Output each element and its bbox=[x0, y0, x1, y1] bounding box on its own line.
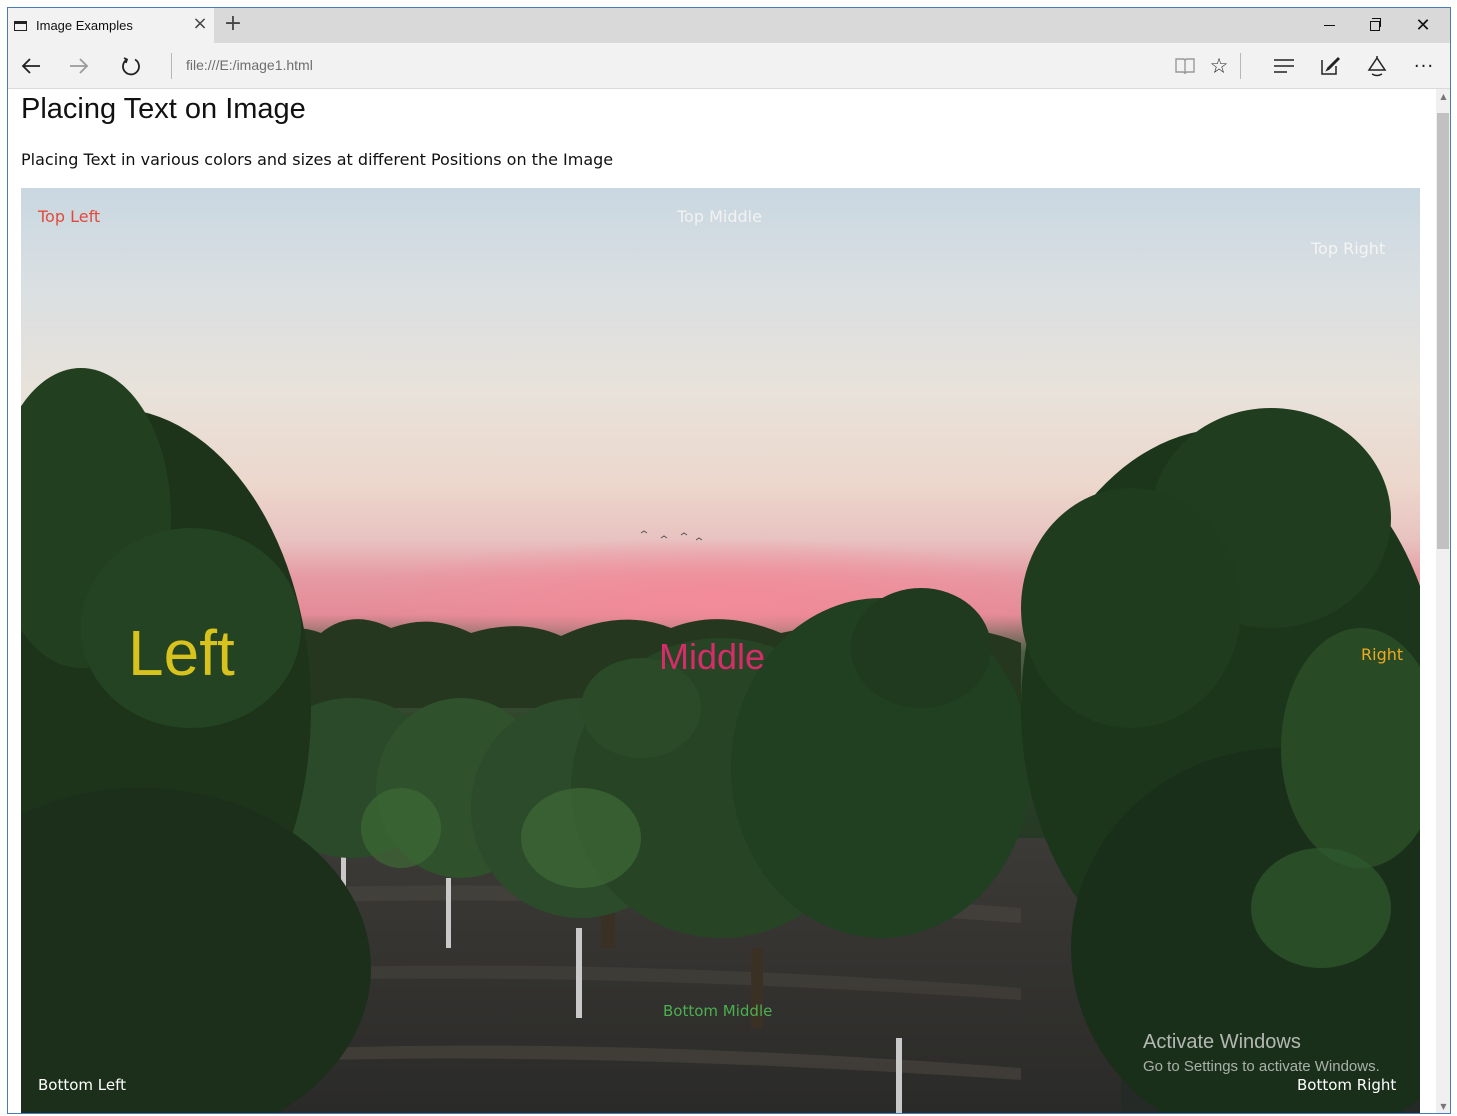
tab-bar: Image Examples × + ✕ bbox=[8, 8, 1450, 43]
book-icon bbox=[1175, 58, 1195, 75]
close-tab-icon[interactable]: × bbox=[190, 15, 210, 35]
star-icon: ☆ bbox=[1209, 54, 1229, 78]
forward-button[interactable] bbox=[64, 51, 94, 81]
back-button[interactable] bbox=[16, 51, 46, 81]
watermark-subtitle: Go to Settings to activate Windows. bbox=[1143, 1058, 1380, 1075]
browser-window: Image Examples × + ✕ file:///E:/image1.h… bbox=[7, 7, 1451, 1114]
scroll-down-icon[interactable]: ▼ bbox=[1436, 1099, 1450, 1113]
minimize-button[interactable] bbox=[1306, 8, 1352, 43]
close-icon: ✕ bbox=[1415, 14, 1431, 36]
minimize-icon bbox=[1323, 25, 1335, 26]
page-title: Placing Text on Image bbox=[21, 93, 306, 125]
tab-title: Image Examples bbox=[36, 18, 133, 33]
back-arrow-icon bbox=[21, 58, 40, 74]
close-window-button[interactable]: ✕ bbox=[1400, 8, 1446, 43]
more-button[interactable]: ··· bbox=[1409, 51, 1439, 81]
right-text: Right bbox=[1361, 645, 1404, 664]
top-left-text: Top Left bbox=[38, 207, 101, 226]
navigation-bar: file:///E:/image1.html ☆ ··· bbox=[8, 43, 1450, 89]
favorite-button[interactable]: ☆ bbox=[1204, 51, 1234, 81]
more-dots-icon: ··· bbox=[1413, 55, 1435, 77]
bottom-left-text: Bottom Left bbox=[38, 1076, 127, 1094]
page-content: Placing Text on Image Placing Text in va… bbox=[8, 89, 1436, 1113]
pen-note-icon bbox=[1321, 56, 1340, 75]
top-middle-text: Top Middle bbox=[677, 207, 762, 226]
hub-lines-icon bbox=[1274, 59, 1294, 73]
scroll-thumb[interactable] bbox=[1437, 113, 1449, 549]
refresh-icon bbox=[122, 57, 140, 76]
tab-image-examples[interactable]: Image Examples × bbox=[8, 8, 214, 43]
hub-button[interactable] bbox=[1269, 51, 1299, 81]
restore-button[interactable] bbox=[1352, 8, 1398, 43]
new-tab-icon[interactable]: + bbox=[222, 13, 244, 36]
bottom-middle-text: Bottom Middle bbox=[663, 1002, 773, 1020]
middle-text: Middle bbox=[659, 636, 766, 677]
watermark-title: Activate Windows bbox=[1143, 1031, 1301, 1053]
left-text: Left bbox=[128, 617, 235, 689]
address-bar[interactable]: file:///E:/image1.html bbox=[186, 57, 313, 73]
vertical-scrollbar[interactable]: ▲ ▼ bbox=[1436, 89, 1450, 1113]
forward-arrow-icon bbox=[70, 58, 89, 74]
reading-view-button[interactable] bbox=[1170, 51, 1200, 81]
refresh-button[interactable] bbox=[116, 51, 146, 81]
web-note-button[interactable] bbox=[1315, 51, 1345, 81]
top-right-text: Top Right bbox=[1311, 239, 1386, 258]
share-icon bbox=[1367, 56, 1387, 77]
address-separator bbox=[171, 53, 172, 79]
share-button[interactable] bbox=[1362, 51, 1392, 81]
page-subtitle: Placing Text in various colors and sizes… bbox=[21, 150, 614, 169]
restore-icon bbox=[1370, 17, 1381, 31]
bottom-right-text: Bottom Right bbox=[1297, 1076, 1397, 1094]
orchard-sunset-image: Top Left Top Middle Top Right Left Middl… bbox=[21, 188, 1420, 1113]
toolbar-separator bbox=[1240, 53, 1241, 79]
scroll-up-icon[interactable]: ▲ bbox=[1436, 89, 1450, 105]
tab-page-icon bbox=[14, 20, 27, 31]
